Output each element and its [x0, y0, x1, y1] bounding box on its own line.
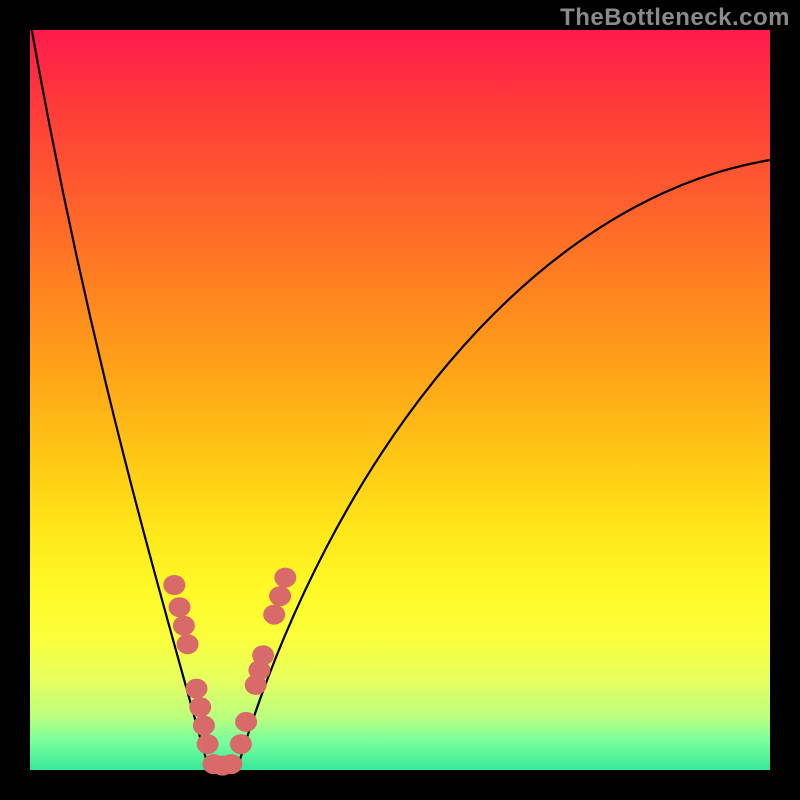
data-point	[186, 679, 208, 699]
data-point	[163, 575, 185, 595]
data-point	[263, 605, 285, 625]
data-point	[230, 734, 252, 754]
chart-frame: TheBottleneck.com	[0, 0, 800, 800]
data-point	[177, 634, 199, 654]
data-point	[269, 586, 291, 606]
data-point	[220, 754, 242, 774]
data-point	[193, 716, 215, 736]
watermark-text: TheBottleneck.com	[560, 4, 790, 32]
data-point	[252, 645, 274, 665]
data-point	[169, 597, 191, 617]
curve-left	[30, 20, 208, 766]
curve-layer	[30, 30, 770, 770]
plot-area	[30, 30, 770, 770]
curve-right	[238, 160, 770, 766]
data-point	[235, 712, 257, 732]
data-point	[197, 734, 219, 754]
data-point	[274, 568, 296, 588]
data-point	[189, 697, 211, 717]
datapoints	[163, 568, 296, 776]
data-point	[173, 616, 195, 636]
